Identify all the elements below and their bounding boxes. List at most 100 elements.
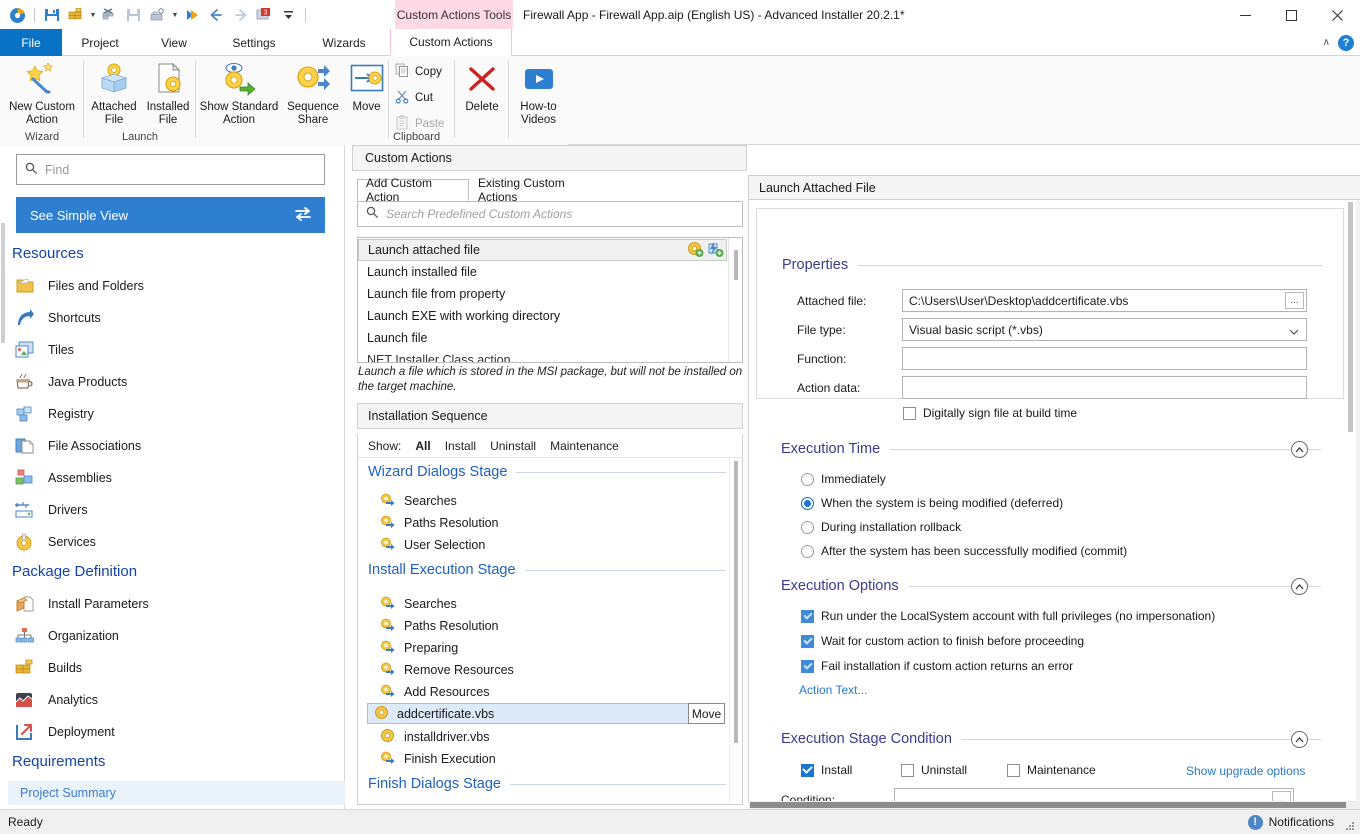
build-run-icon[interactable] [99, 4, 121, 26]
digitally-sign-checkbox[interactable] [903, 406, 916, 420]
sequence-share-button[interactable]: Sequence Share [282, 59, 344, 127]
tab-settings[interactable]: Settings [210, 29, 298, 56]
notifications-status-button[interactable]: ! Notifications [1247, 814, 1334, 830]
execution-time-option-rollback[interactable]: During installation rollback [801, 520, 961, 534]
add-custom-action-gear-icon[interactable] [687, 241, 704, 261]
list-item-net-installer-class-action[interactable]: NET Installer Class action [358, 349, 742, 362]
sequence-scrollbar[interactable] [729, 458, 742, 804]
sidebar-item-drivers[interactable]: Drivers [14, 499, 334, 521]
list-item-launch-attached-file[interactable]: Launch attached file [358, 239, 727, 261]
sidebar-item-analytics[interactable]: Analytics [14, 689, 334, 711]
execution-time-option-immediately[interactable]: Immediately [801, 472, 886, 486]
execution-options-collapse-button[interactable] [1291, 578, 1308, 595]
sequence-item-add-resources[interactable]: Add Resources [380, 682, 489, 702]
predefined-actions-list[interactable]: Launch attached file Launch installed fi… [357, 237, 743, 363]
list-item-launch-exe-working-directory[interactable]: Launch EXE with working directory [358, 305, 742, 327]
sidebar-item-java-products[interactable]: Java Products [14, 371, 334, 393]
show-upgrade-options-link[interactable]: Show upgrade options [1186, 764, 1305, 778]
notifications-badge-icon[interactable]: 3 [253, 4, 275, 26]
project-summary-item[interactable]: Project Summary [8, 781, 345, 805]
move-button[interactable]: Move [344, 59, 389, 114]
details-horizontal-scrollbar-thumb[interactable] [750, 802, 1346, 808]
sidebar-item-install-parameters[interactable]: Install Parameters [14, 593, 334, 615]
attached-file-input[interactable]: C:\Users\User\Desktop\addcertificate.vbs… [902, 289, 1307, 312]
customize-qat-caret-icon[interactable] [277, 4, 299, 26]
sidebar-item-assemblies[interactable]: Assemblies [14, 467, 334, 489]
see-simple-view-button[interactable]: See Simple View [16, 197, 325, 233]
sidebar-item-deployment[interactable]: Deployment [14, 721, 334, 743]
tab-view[interactable]: View [138, 29, 210, 56]
option-localsystem-row[interactable]: Run under the LocalSystem account with f… [801, 609, 1215, 623]
sequence-item-installdriver-vbs[interactable]: installdriver.vbs [380, 727, 489, 747]
option-wait-row[interactable]: Wait for custom action to finish before … [801, 634, 1084, 648]
installed-file-button[interactable]: Installed File [140, 59, 196, 127]
find-input[interactable]: Find [16, 154, 325, 185]
file-type-select[interactable]: Visual basic script (*.vbs) [902, 318, 1307, 341]
execution-time-option-deferred[interactable]: When the system is being modified (defer… [801, 496, 1063, 510]
package-icon[interactable] [147, 4, 169, 26]
sequence-item-paths-resolution-install[interactable]: Paths Resolution [380, 616, 499, 636]
details-scrollbar-thumb[interactable] [1348, 202, 1353, 432]
option-wait-checkbox[interactable] [801, 634, 814, 648]
help-button[interactable]: ? [1338, 34, 1354, 51]
save-as-icon[interactable] [123, 4, 145, 26]
sequence-scrollbar-thumb[interactable] [734, 461, 738, 743]
save-icon[interactable] [41, 4, 63, 26]
filter-maintenance[interactable]: Maintenance [550, 439, 619, 453]
radio-commit[interactable] [801, 544, 814, 558]
sequence-item-searches-install[interactable]: Searches [380, 594, 457, 614]
function-input[interactable] [902, 347, 1307, 370]
option-fail-row[interactable]: Fail installation if custom action retur… [801, 659, 1073, 673]
condition-maintenance-checkbox[interactable] [1007, 763, 1020, 777]
condition-install-checkbox[interactable] [801, 763, 814, 777]
build-icon[interactable] [65, 4, 87, 26]
delete-button[interactable]: Delete [455, 59, 509, 114]
condition-uninstall-row[interactable]: Uninstall [901, 763, 967, 777]
back-icon[interactable] [205, 4, 227, 26]
attached-file-browse-button[interactable]: ... [1285, 292, 1304, 309]
attached-file-button[interactable]: Attached File [86, 59, 142, 127]
tab-file[interactable]: File [0, 29, 62, 56]
sequence-item-preparing[interactable]: Preparing [380, 638, 458, 658]
sidebar-item-file-associations[interactable]: File Associations [14, 435, 334, 457]
sidebar-item-registry[interactable]: Registry [14, 403, 334, 425]
sidebar-item-files-and-folders[interactable]: Files and Folders [14, 275, 334, 297]
condition-install-row[interactable]: Install [801, 763, 852, 777]
filter-uninstall[interactable]: Uninstall [490, 439, 536, 453]
sequence-item-searches-wizard[interactable]: Searches [380, 491, 457, 511]
action-text-link[interactable]: Action Text... [799, 683, 867, 697]
sidebar-scrollbar[interactable] [0, 145, 7, 809]
condition-maintenance-row[interactable]: Maintenance [1007, 763, 1096, 777]
close-button[interactable] [1314, 0, 1360, 30]
list-item-launch-installed-file[interactable]: Launch installed file [358, 261, 742, 283]
add-sequence-icon[interactable] [707, 241, 724, 261]
sidebar-item-services[interactable]: Services [14, 531, 334, 553]
radio-immediately[interactable] [801, 472, 814, 486]
execution-time-collapse-button[interactable] [1291, 441, 1308, 458]
cut-button[interactable]: Cut [395, 89, 433, 107]
tab-custom-actions[interactable]: Custom Actions [390, 29, 512, 56]
execution-time-option-commit[interactable]: After the system has been successfully m… [801, 544, 1127, 558]
new-custom-action-button[interactable]: New Custom Action [0, 59, 84, 127]
copy-button[interactable]: Copy [395, 63, 442, 81]
sequence-item-user-selection[interactable]: User Selection [380, 535, 485, 555]
sequence-item-addcertificate-vbs[interactable]: addcertificate.vbs Move [367, 703, 725, 724]
predefined-actions-scrollbar[interactable] [728, 238, 742, 362]
list-item-launch-file-from-property[interactable]: Launch file from property [358, 283, 742, 305]
filter-install[interactable]: Install [445, 439, 476, 453]
installation-sequence-list[interactable]: Wizard Dialogs Stage Searches Paths Reso… [357, 457, 743, 805]
tab-wizards[interactable]: Wizards [298, 29, 390, 56]
condition-uninstall-checkbox[interactable] [901, 763, 914, 777]
resize-grip-icon[interactable] [1343, 819, 1355, 831]
collapse-ribbon-icon[interactable]: ∧ [1323, 37, 1330, 48]
details-horizontal-scrollbar[interactable] [748, 801, 1360, 809]
digitally-sign-checkbox-row[interactable]: Digitally sign file at build time [903, 406, 1077, 420]
show-standard-action-button[interactable]: Show Standard Action [196, 59, 282, 127]
move-sequence-button[interactable]: Move [688, 703, 725, 724]
sequence-item-remove-resources[interactable]: Remove Resources [380, 660, 514, 680]
predefined-actions-scrollbar-thumb[interactable] [734, 250, 738, 280]
option-localsystem-checkbox[interactable] [801, 609, 814, 623]
minimize-button[interactable] [1222, 0, 1268, 30]
sidebar-item-tiles[interactable]: Tiles [14, 339, 334, 361]
radio-rollback[interactable] [801, 520, 814, 534]
